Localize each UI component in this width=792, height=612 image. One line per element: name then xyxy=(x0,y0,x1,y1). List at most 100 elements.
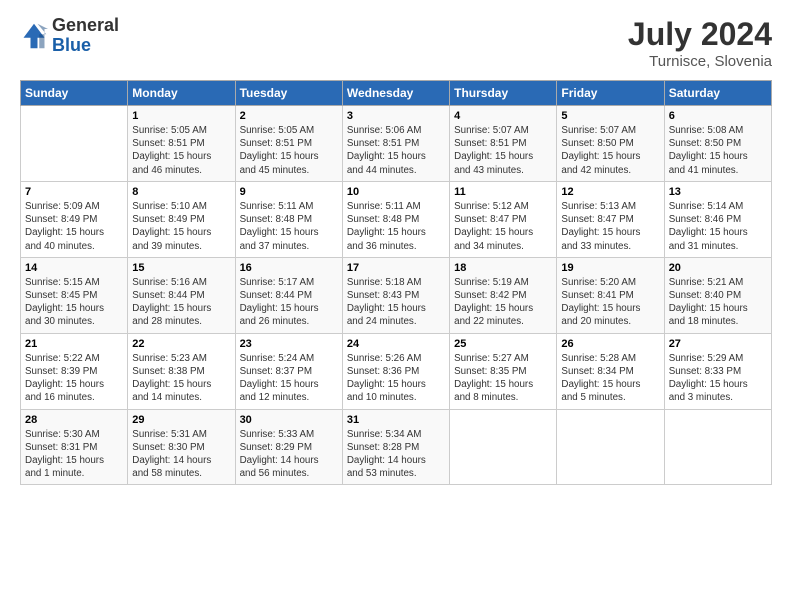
day-number: 23 xyxy=(240,338,338,350)
day-number: 9 xyxy=(240,186,338,198)
week-row-1: 7Sunrise: 5:09 AMSunset: 8:49 PMDaylight… xyxy=(21,181,772,257)
day-number: 13 xyxy=(669,186,767,198)
week-row-2: 14Sunrise: 5:15 AMSunset: 8:45 PMDayligh… xyxy=(21,257,772,333)
cell-w2-d6: 20 Sunrise: 5:21 AMSunset: 8:40 PMDayligh… xyxy=(664,257,771,333)
cell-w1-d6: 13 Sunrise: 5:14 AMSunset: 8:46 PMDayligh… xyxy=(664,181,771,257)
day-number: 3 xyxy=(347,110,445,122)
cell-w2-d5: 19Sunrise: 5:20 AMSunset: 8:41 PMDayligh… xyxy=(557,257,664,333)
cell-w0-d2: 2Sunrise: 5:05 AMSunset: 8:51 PMDaylight… xyxy=(235,106,342,182)
cell-w4-d3: 31 Sunrise: 5:34 AMSunset: 8:28 PMDayligh… xyxy=(342,409,449,485)
day-info: Sunrise: 5:18 AMSunset: 8:43 PMDaylight:… xyxy=(347,276,445,329)
page: General Blue July 2024 Turnisce, Sloveni… xyxy=(0,0,792,612)
day-info: Sunrise: 5:14 AMSunset: 8:46 PMDaylight:… xyxy=(669,200,767,253)
day-info: Sunrise: 5:10 AMSunset: 8:49 PMDaylight:… xyxy=(132,200,230,253)
logo-text: General Blue xyxy=(52,16,119,56)
col-header-friday: Friday xyxy=(557,81,664,106)
day-number: 5 xyxy=(561,110,659,122)
week-row-3: 21 Sunrise: 5:22 AMSunset: 8:39 PMDayligh… xyxy=(21,333,772,409)
cell-w0-d3: 3 Sunrise: 5:06 AMSunset: 8:51 PMDaylight… xyxy=(342,106,449,182)
day-number: 8 xyxy=(132,186,230,198)
day-info: Sunrise: 5:22 AMSunset: 8:39 PMDaylight:… xyxy=(25,352,123,405)
week-row-4: 28 Sunrise: 5:30 AMSunset: 8:31 PMDayligh… xyxy=(21,409,772,485)
col-header-saturday: Saturday xyxy=(664,81,771,106)
cell-w1-d0: 7Sunrise: 5:09 AMSunset: 8:49 PMDaylight… xyxy=(21,181,128,257)
day-info: Sunrise: 5:12 AMSunset: 8:47 PMDaylight:… xyxy=(454,200,552,253)
day-info: Sunrise: 5:19 AMSunset: 8:42 PMDaylight:… xyxy=(454,276,552,329)
day-info: Sunrise: 5:07 AMSunset: 8:51 PMDaylight:… xyxy=(454,124,552,177)
header-row: SundayMondayTuesdayWednesdayThursdayFrid… xyxy=(21,81,772,106)
col-header-tuesday: Tuesday xyxy=(235,81,342,106)
main-title: July 2024 xyxy=(628,16,772,53)
logo-icon xyxy=(20,22,48,50)
day-info: Sunrise: 5:28 AMSunset: 8:34 PMDaylight:… xyxy=(561,352,659,405)
day-number: 15 xyxy=(132,262,230,274)
day-info: Sunrise: 5:08 AMSunset: 8:50 PMDaylight:… xyxy=(669,124,767,177)
cell-w1-d1: 8 Sunrise: 5:10 AMSunset: 8:49 PMDaylight… xyxy=(128,181,235,257)
cell-w4-d6 xyxy=(664,409,771,485)
day-info: Sunrise: 5:21 AMSunset: 8:40 PMDaylight:… xyxy=(669,276,767,329)
day-number: 10 xyxy=(347,186,445,198)
col-header-monday: Monday xyxy=(128,81,235,106)
day-number: 28 xyxy=(25,414,123,426)
cell-w3-d3: 24 Sunrise: 5:26 AMSunset: 8:36 PMDayligh… xyxy=(342,333,449,409)
header: General Blue July 2024 Turnisce, Sloveni… xyxy=(20,16,772,70)
cell-w1-d3: 10 Sunrise: 5:11 AMSunset: 8:48 PMDayligh… xyxy=(342,181,449,257)
cell-w3-d1: 22Sunrise: 5:23 AMSunset: 8:38 PMDayligh… xyxy=(128,333,235,409)
day-number: 20 xyxy=(669,262,767,274)
day-info: Sunrise: 5:29 AMSunset: 8:33 PMDaylight:… xyxy=(669,352,767,405)
logo: General Blue xyxy=(20,16,119,56)
week-row-0: 1 Sunrise: 5:05 AMSunset: 8:51 PMDaylight… xyxy=(21,106,772,182)
cell-w0-d4: 4 Sunrise: 5:07 AMSunset: 8:51 PMDaylight… xyxy=(450,106,557,182)
cell-w4-d1: 29 Sunrise: 5:31 AMSunset: 8:30 PMDayligh… xyxy=(128,409,235,485)
day-info: Sunrise: 5:05 AMSunset: 8:51 PMDaylight:… xyxy=(132,124,230,177)
day-number: 16 xyxy=(240,262,338,274)
day-info: Sunrise: 5:17 AMSunset: 8:44 PMDaylight:… xyxy=(240,276,338,329)
cell-w0-d1: 1 Sunrise: 5:05 AMSunset: 8:51 PMDaylight… xyxy=(128,106,235,182)
cell-w2-d0: 14Sunrise: 5:15 AMSunset: 8:45 PMDayligh… xyxy=(21,257,128,333)
cell-w4-d5 xyxy=(557,409,664,485)
day-info: Sunrise: 5:11 AMSunset: 8:48 PMDaylight:… xyxy=(347,200,445,253)
day-number: 31 xyxy=(347,414,445,426)
day-number: 7 xyxy=(25,186,123,198)
cell-w3-d2: 23 Sunrise: 5:24 AMSunset: 8:37 PMDayligh… xyxy=(235,333,342,409)
cell-w1-d5: 12Sunrise: 5:13 AMSunset: 8:47 PMDayligh… xyxy=(557,181,664,257)
cell-w0-d6: 6 Sunrise: 5:08 AMSunset: 8:50 PMDaylight… xyxy=(664,106,771,182)
col-header-thursday: Thursday xyxy=(450,81,557,106)
day-info: Sunrise: 5:31 AMSunset: 8:30 PMDaylight:… xyxy=(132,428,230,481)
cell-w0-d5: 5 Sunrise: 5:07 AMSunset: 8:50 PMDaylight… xyxy=(557,106,664,182)
day-info: Sunrise: 5:07 AMSunset: 8:50 PMDaylight:… xyxy=(561,124,659,177)
cell-w3-d5: 26 Sunrise: 5:28 AMSunset: 8:34 PMDayligh… xyxy=(557,333,664,409)
day-number: 4 xyxy=(454,110,552,122)
cell-w2-d1: 15 Sunrise: 5:16 AMSunset: 8:44 PMDayligh… xyxy=(128,257,235,333)
day-number: 26 xyxy=(561,338,659,350)
day-number: 24 xyxy=(347,338,445,350)
day-number: 22 xyxy=(132,338,230,350)
day-info: Sunrise: 5:27 AMSunset: 8:35 PMDaylight:… xyxy=(454,352,552,405)
cell-w4-d0: 28 Sunrise: 5:30 AMSunset: 8:31 PMDayligh… xyxy=(21,409,128,485)
day-info: Sunrise: 5:33 AMSunset: 8:29 PMDaylight:… xyxy=(240,428,338,481)
day-number: 25 xyxy=(454,338,552,350)
day-info: Sunrise: 5:26 AMSunset: 8:36 PMDaylight:… xyxy=(347,352,445,405)
day-number: 6 xyxy=(669,110,767,122)
day-info: Sunrise: 5:05 AMSunset: 8:51 PMDaylight:… xyxy=(240,124,338,177)
day-info: Sunrise: 5:16 AMSunset: 8:44 PMDaylight:… xyxy=(132,276,230,329)
cell-w3-d0: 21 Sunrise: 5:22 AMSunset: 8:39 PMDayligh… xyxy=(21,333,128,409)
day-info: Sunrise: 5:20 AMSunset: 8:41 PMDaylight:… xyxy=(561,276,659,329)
day-number: 17 xyxy=(347,262,445,274)
day-number: 18 xyxy=(454,262,552,274)
cell-w2-d2: 16 Sunrise: 5:17 AMSunset: 8:44 PMDayligh… xyxy=(235,257,342,333)
cell-w0-d0 xyxy=(21,106,128,182)
cell-w1-d4: 11 Sunrise: 5:12 AMSunset: 8:47 PMDayligh… xyxy=(450,181,557,257)
day-number: 29 xyxy=(132,414,230,426)
day-number: 27 xyxy=(669,338,767,350)
day-info: Sunrise: 5:11 AMSunset: 8:48 PMDaylight:… xyxy=(240,200,338,253)
cell-w3-d4: 25 Sunrise: 5:27 AMSunset: 8:35 PMDayligh… xyxy=(450,333,557,409)
day-number: 1 xyxy=(132,110,230,122)
cell-w4-d2: 30Sunrise: 5:33 AMSunset: 8:29 PMDayligh… xyxy=(235,409,342,485)
day-info: Sunrise: 5:24 AMSunset: 8:37 PMDaylight:… xyxy=(240,352,338,405)
day-info: Sunrise: 5:34 AMSunset: 8:28 PMDaylight:… xyxy=(347,428,445,481)
day-number: 11 xyxy=(454,186,552,198)
day-number: 21 xyxy=(25,338,123,350)
day-info: Sunrise: 5:06 AMSunset: 8:51 PMDaylight:… xyxy=(347,124,445,177)
day-info: Sunrise: 5:30 AMSunset: 8:31 PMDaylight:… xyxy=(25,428,123,481)
